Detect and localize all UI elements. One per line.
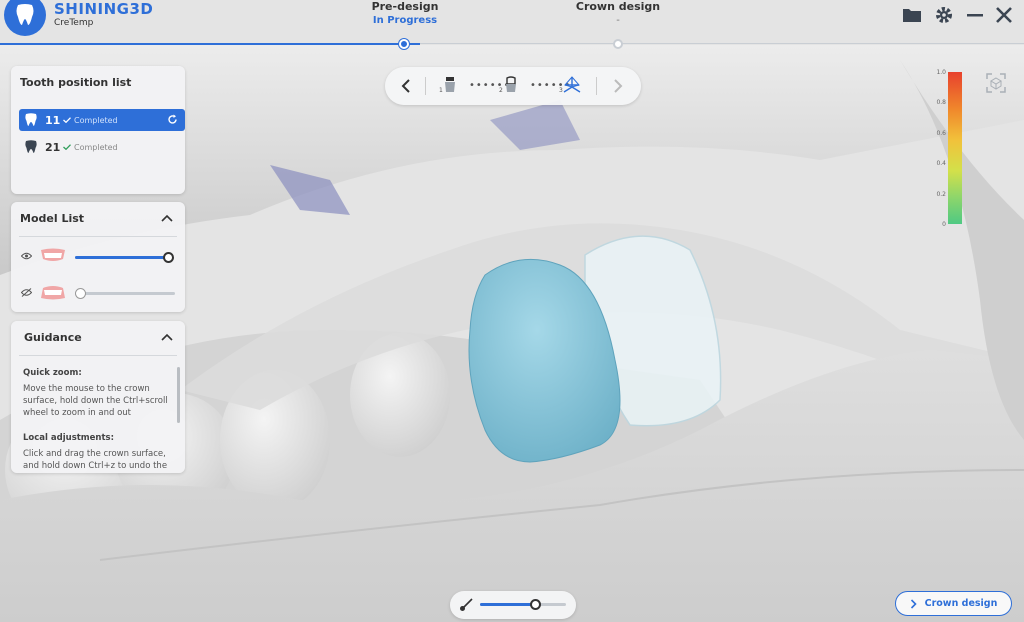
- gear-icon[interactable]: [932, 4, 956, 26]
- slider-fill: [75, 256, 169, 259]
- crown-design-button[interactable]: Crown design: [895, 591, 1012, 616]
- model-list-panel: Model List: [11, 202, 185, 312]
- eye-off-icon[interactable]: [21, 288, 32, 297]
- guidance-scrollbar[interactable]: [177, 367, 180, 423]
- refresh-icon[interactable]: [167, 114, 178, 125]
- minimize-icon[interactable]: [963, 4, 987, 26]
- tooth-icon: [25, 140, 37, 153]
- tooth-tool-1-icon[interactable]: [443, 76, 457, 94]
- step-crown-design[interactable]: Crown design -: [558, 0, 678, 26]
- panel-title: Guidance: [24, 331, 82, 344]
- tooth-logo-icon: [4, 0, 46, 36]
- deviation-color-scale: [948, 72, 962, 224]
- header-bar: SHINING3D CreTemp Pre-design In Progress…: [0, 0, 1024, 44]
- scale-label: 0.2: [936, 191, 946, 198]
- close-icon[interactable]: [992, 4, 1016, 26]
- guidance-body: Click and drag the crown surface, and ho…: [23, 449, 168, 471]
- step-indicator-inactive: [613, 39, 623, 49]
- brush-size-bar: [450, 591, 576, 619]
- chevron-up-icon[interactable]: [161, 333, 173, 341]
- step-title: Pre-design: [371, 0, 439, 13]
- check-icon: [63, 144, 71, 150]
- scale-label: 0: [942, 221, 946, 228]
- divider: [19, 355, 177, 356]
- step-toolbar: 1 •••••• 2 •••••• 3: [385, 67, 641, 105]
- guidance-heading: Local adjustments:: [23, 433, 115, 443]
- separator: [425, 77, 426, 95]
- scale-label: 0.8: [936, 99, 946, 106]
- slider-knob[interactable]: [75, 288, 86, 299]
- step-status: In Progress: [372, 15, 438, 26]
- tooth-status-text: Completed: [74, 115, 118, 125]
- upper-jaw-model-icon: [41, 248, 65, 261]
- chevron-right-icon: [910, 598, 917, 609]
- tool-step-number: 2: [499, 87, 503, 94]
- tooth-status: Completed: [63, 116, 118, 125]
- axis-tool-icon[interactable]: [562, 75, 582, 95]
- slider-knob[interactable]: [163, 252, 174, 263]
- progress-track-active: [0, 43, 420, 45]
- panel-title: Tooth position list: [20, 76, 132, 89]
- guidance-section-adjust: Local adjustments: Click and drag the cr…: [23, 432, 173, 472]
- reset-view-icon[interactable]: [985, 72, 1007, 94]
- tooth-item-21[interactable]: 21 Completed: [19, 136, 185, 158]
- eye-icon[interactable]: [21, 252, 32, 260]
- step-status: -: [616, 15, 620, 26]
- brand-name: SHINING3D: [54, 0, 154, 18]
- chevron-up-icon[interactable]: [161, 214, 173, 222]
- crown-design-label: Crown design: [924, 598, 998, 609]
- brush-icon: [460, 598, 473, 611]
- panel-title: Model List: [20, 212, 85, 225]
- step-indicator-active: [399, 39, 409, 49]
- guidance-section-zoom: Quick zoom: Move the mouse to the crown …: [23, 367, 173, 419]
- divider: [19, 236, 177, 237]
- guidance-body: Move the mouse to the crown surface, hol…: [23, 384, 168, 418]
- check-icon: [63, 117, 71, 123]
- tooth-number: 11: [45, 113, 61, 127]
- tooth-position-panel: Tooth position list 11 Completed 21 Comp…: [11, 66, 185, 194]
- separator: [596, 77, 597, 95]
- guidance-panel: Guidance Quick zoom: Move the mouse to t…: [11, 321, 185, 473]
- guidance-heading: Quick zoom:: [23, 368, 82, 378]
- tooth-tool-2-icon[interactable]: [504, 76, 518, 94]
- lower-jaw-model-icon: [41, 286, 65, 300]
- scale-label: 0.6: [936, 130, 946, 137]
- step-title: Crown design: [575, 0, 661, 13]
- tooth-status-text: Completed: [74, 142, 118, 152]
- model-row-lower: [19, 283, 183, 303]
- tooth-number: 21: [45, 140, 61, 154]
- slider-fill: [480, 603, 536, 606]
- tooth-icon: [25, 113, 37, 126]
- scale-label: 1.0: [936, 69, 946, 76]
- step-pre-design[interactable]: Pre-design In Progress: [345, 0, 465, 26]
- product-name: CreTemp: [54, 18, 94, 28]
- tooth-item-11[interactable]: 11 Completed: [19, 109, 185, 131]
- model-row-upper: [19, 247, 183, 267]
- folder-icon[interactable]: [900, 4, 924, 26]
- slider-knob[interactable]: [529, 599, 541, 610]
- tooth-status: Completed: [63, 143, 118, 152]
- opacity-slider-lower[interactable]: [75, 292, 175, 295]
- chevron-left-icon[interactable]: [401, 79, 411, 93]
- scale-label: 0.4: [936, 160, 946, 167]
- chevron-right-icon[interactable]: [613, 79, 623, 93]
